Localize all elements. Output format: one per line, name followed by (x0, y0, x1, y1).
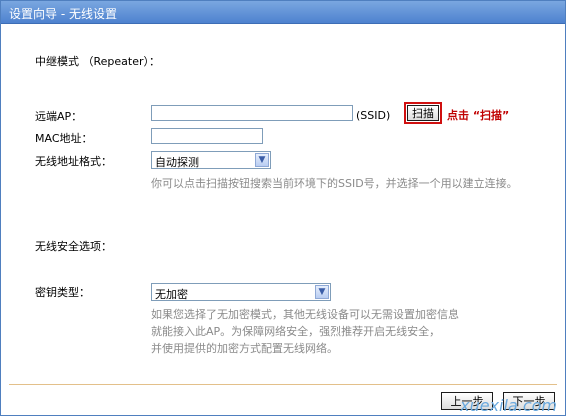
ssid-suffix: (SSID) (356, 109, 391, 122)
footer-divider (9, 384, 557, 385)
addr-format-value: 自动探测 (155, 156, 199, 169)
watermark: xuexila.com (460, 396, 557, 415)
repeater-mode-heading: 中继模式 （Repeater）： (35, 55, 161, 68)
dialog-frame: 设置向导 - 无线设置 中继模式 （Repeater）： 远端AP： (SSID… (0, 0, 566, 416)
scan-instruction: 点击 “扫描” (447, 109, 510, 122)
key-type-hint-1: 如果您选择了无加密模式，其他无线设备可以无需设置加密信息 (151, 308, 459, 321)
chevron-down-icon: ▼ (255, 153, 269, 167)
key-type-hint-3: 并使用提供的加密方式配置无线网络。 (151, 342, 338, 355)
key-type-value: 无加密 (155, 288, 188, 301)
mac-label: MAC地址： (35, 132, 93, 145)
remote-ap-input[interactable] (151, 105, 353, 121)
scan-button[interactable]: 扫描 (407, 105, 439, 121)
remote-ap-label: 远端AP： (35, 110, 83, 123)
key-type-select[interactable]: 无加密 ▼ (151, 283, 331, 301)
title-bar: 设置向导 - 无线设置 (1, 1, 565, 24)
mac-input[interactable] (151, 128, 263, 144)
addr-format-select[interactable]: 自动探测 ▼ (151, 151, 271, 169)
dialog-title: 设置向导 - 无线设置 (9, 7, 117, 21)
key-type-label: 密钥类型： (35, 286, 90, 299)
scan-highlight: 扫描 (404, 102, 442, 124)
security-label: 无线安全选项： (35, 240, 112, 253)
addr-format-hint: 你可以点击扫描按钮搜索当前环境下的SSID号，并选择一个用以建立连接。 (151, 177, 518, 190)
key-type-hint-2: 就能接入此AP。为保障网络安全，强烈推荐开启无线安全， (151, 325, 441, 338)
addr-format-label: 无线地址格式： (35, 155, 112, 168)
chevron-down-icon: ▼ (315, 285, 329, 299)
